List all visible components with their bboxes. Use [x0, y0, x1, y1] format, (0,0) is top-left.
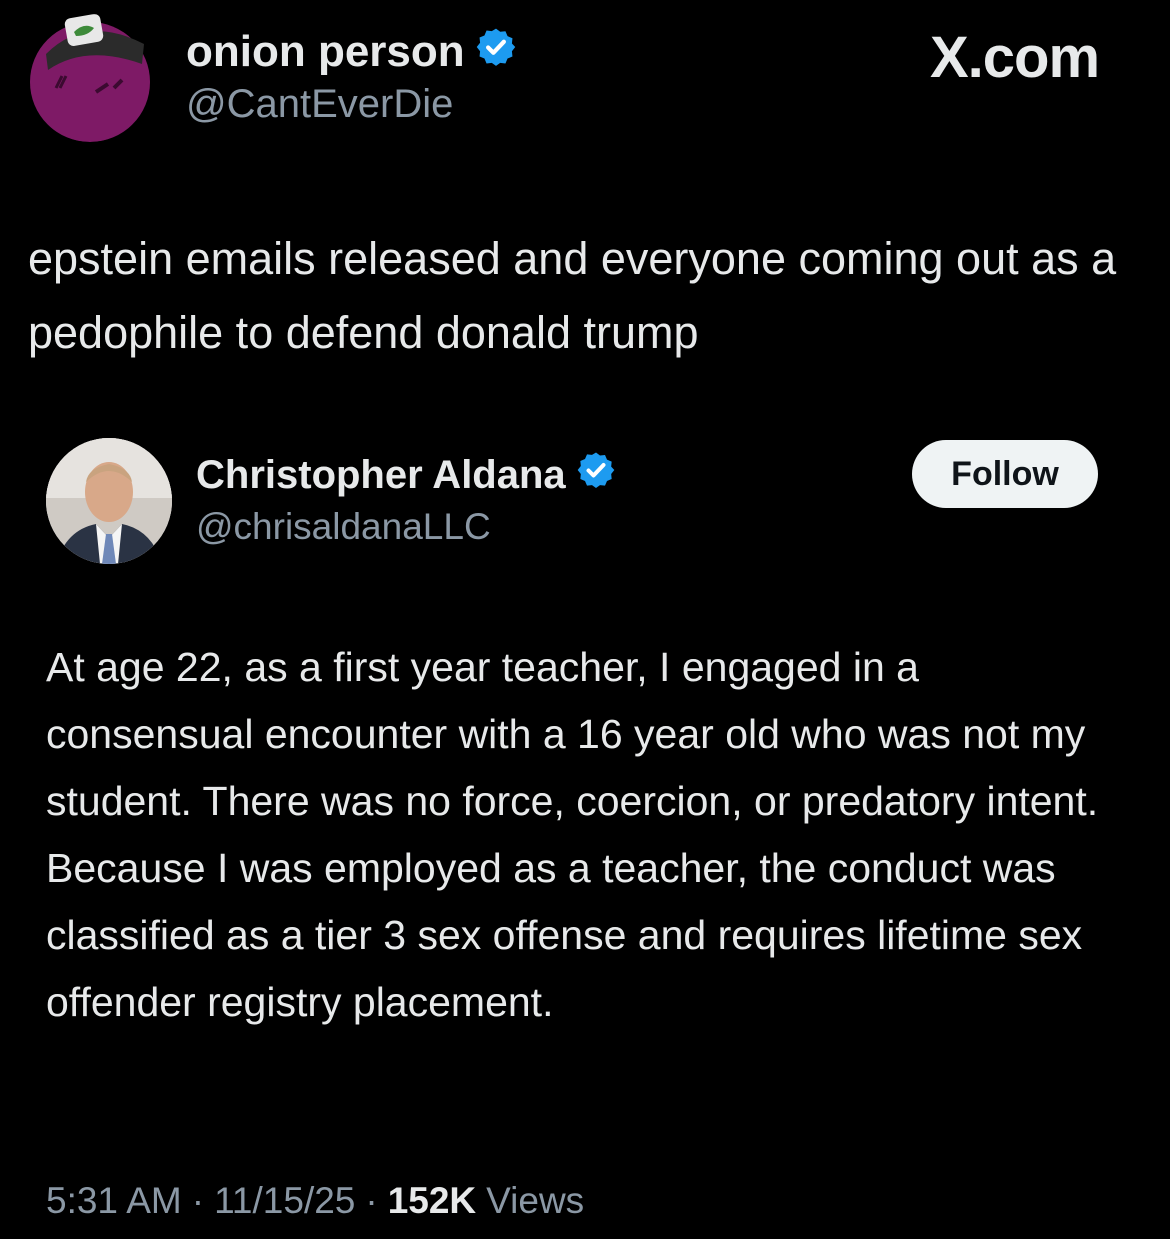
author-display-name[interactable]: onion person — [186, 27, 465, 77]
quoted-tweet-text: At age 22, as a first year teacher, I en… — [46, 644, 1099, 1025]
tweet-date[interactable]: 11/15/25 — [214, 1180, 355, 1222]
quoted-author-handle[interactable]: @chrisaldanaLLC — [196, 506, 491, 548]
quoted-author-name[interactable]: Christopher Aldana — [196, 450, 616, 500]
verified-badge-icon — [576, 450, 616, 500]
tweet-text: epstein emails released and everyone com… — [28, 233, 1117, 358]
onion-avatar-icon[interactable] — [26, 14, 154, 142]
author-handle[interactable]: @CantEverDie — [186, 82, 453, 127]
follow-button[interactable]: Follow — [912, 440, 1098, 508]
author-name[interactable]: onion person — [186, 24, 517, 80]
x-com-watermark: X.com — [930, 25, 1100, 90]
views-count: 152K — [387, 1180, 477, 1221]
separator-dot: · — [365, 1180, 378, 1221]
quoted-author-display-name[interactable]: Christopher Aldana — [196, 453, 566, 498]
verified-badge-icon — [475, 26, 517, 79]
separator-dot: · — [191, 1180, 205, 1221]
tweet-metadata: 5:31 AM · 11/15/25 · 152K Views — [46, 1176, 584, 1226]
tweet-time[interactable]: 5:31 AM — [46, 1180, 182, 1222]
views-label: Views — [486, 1180, 585, 1221]
profile-photo-icon[interactable] — [46, 438, 172, 564]
